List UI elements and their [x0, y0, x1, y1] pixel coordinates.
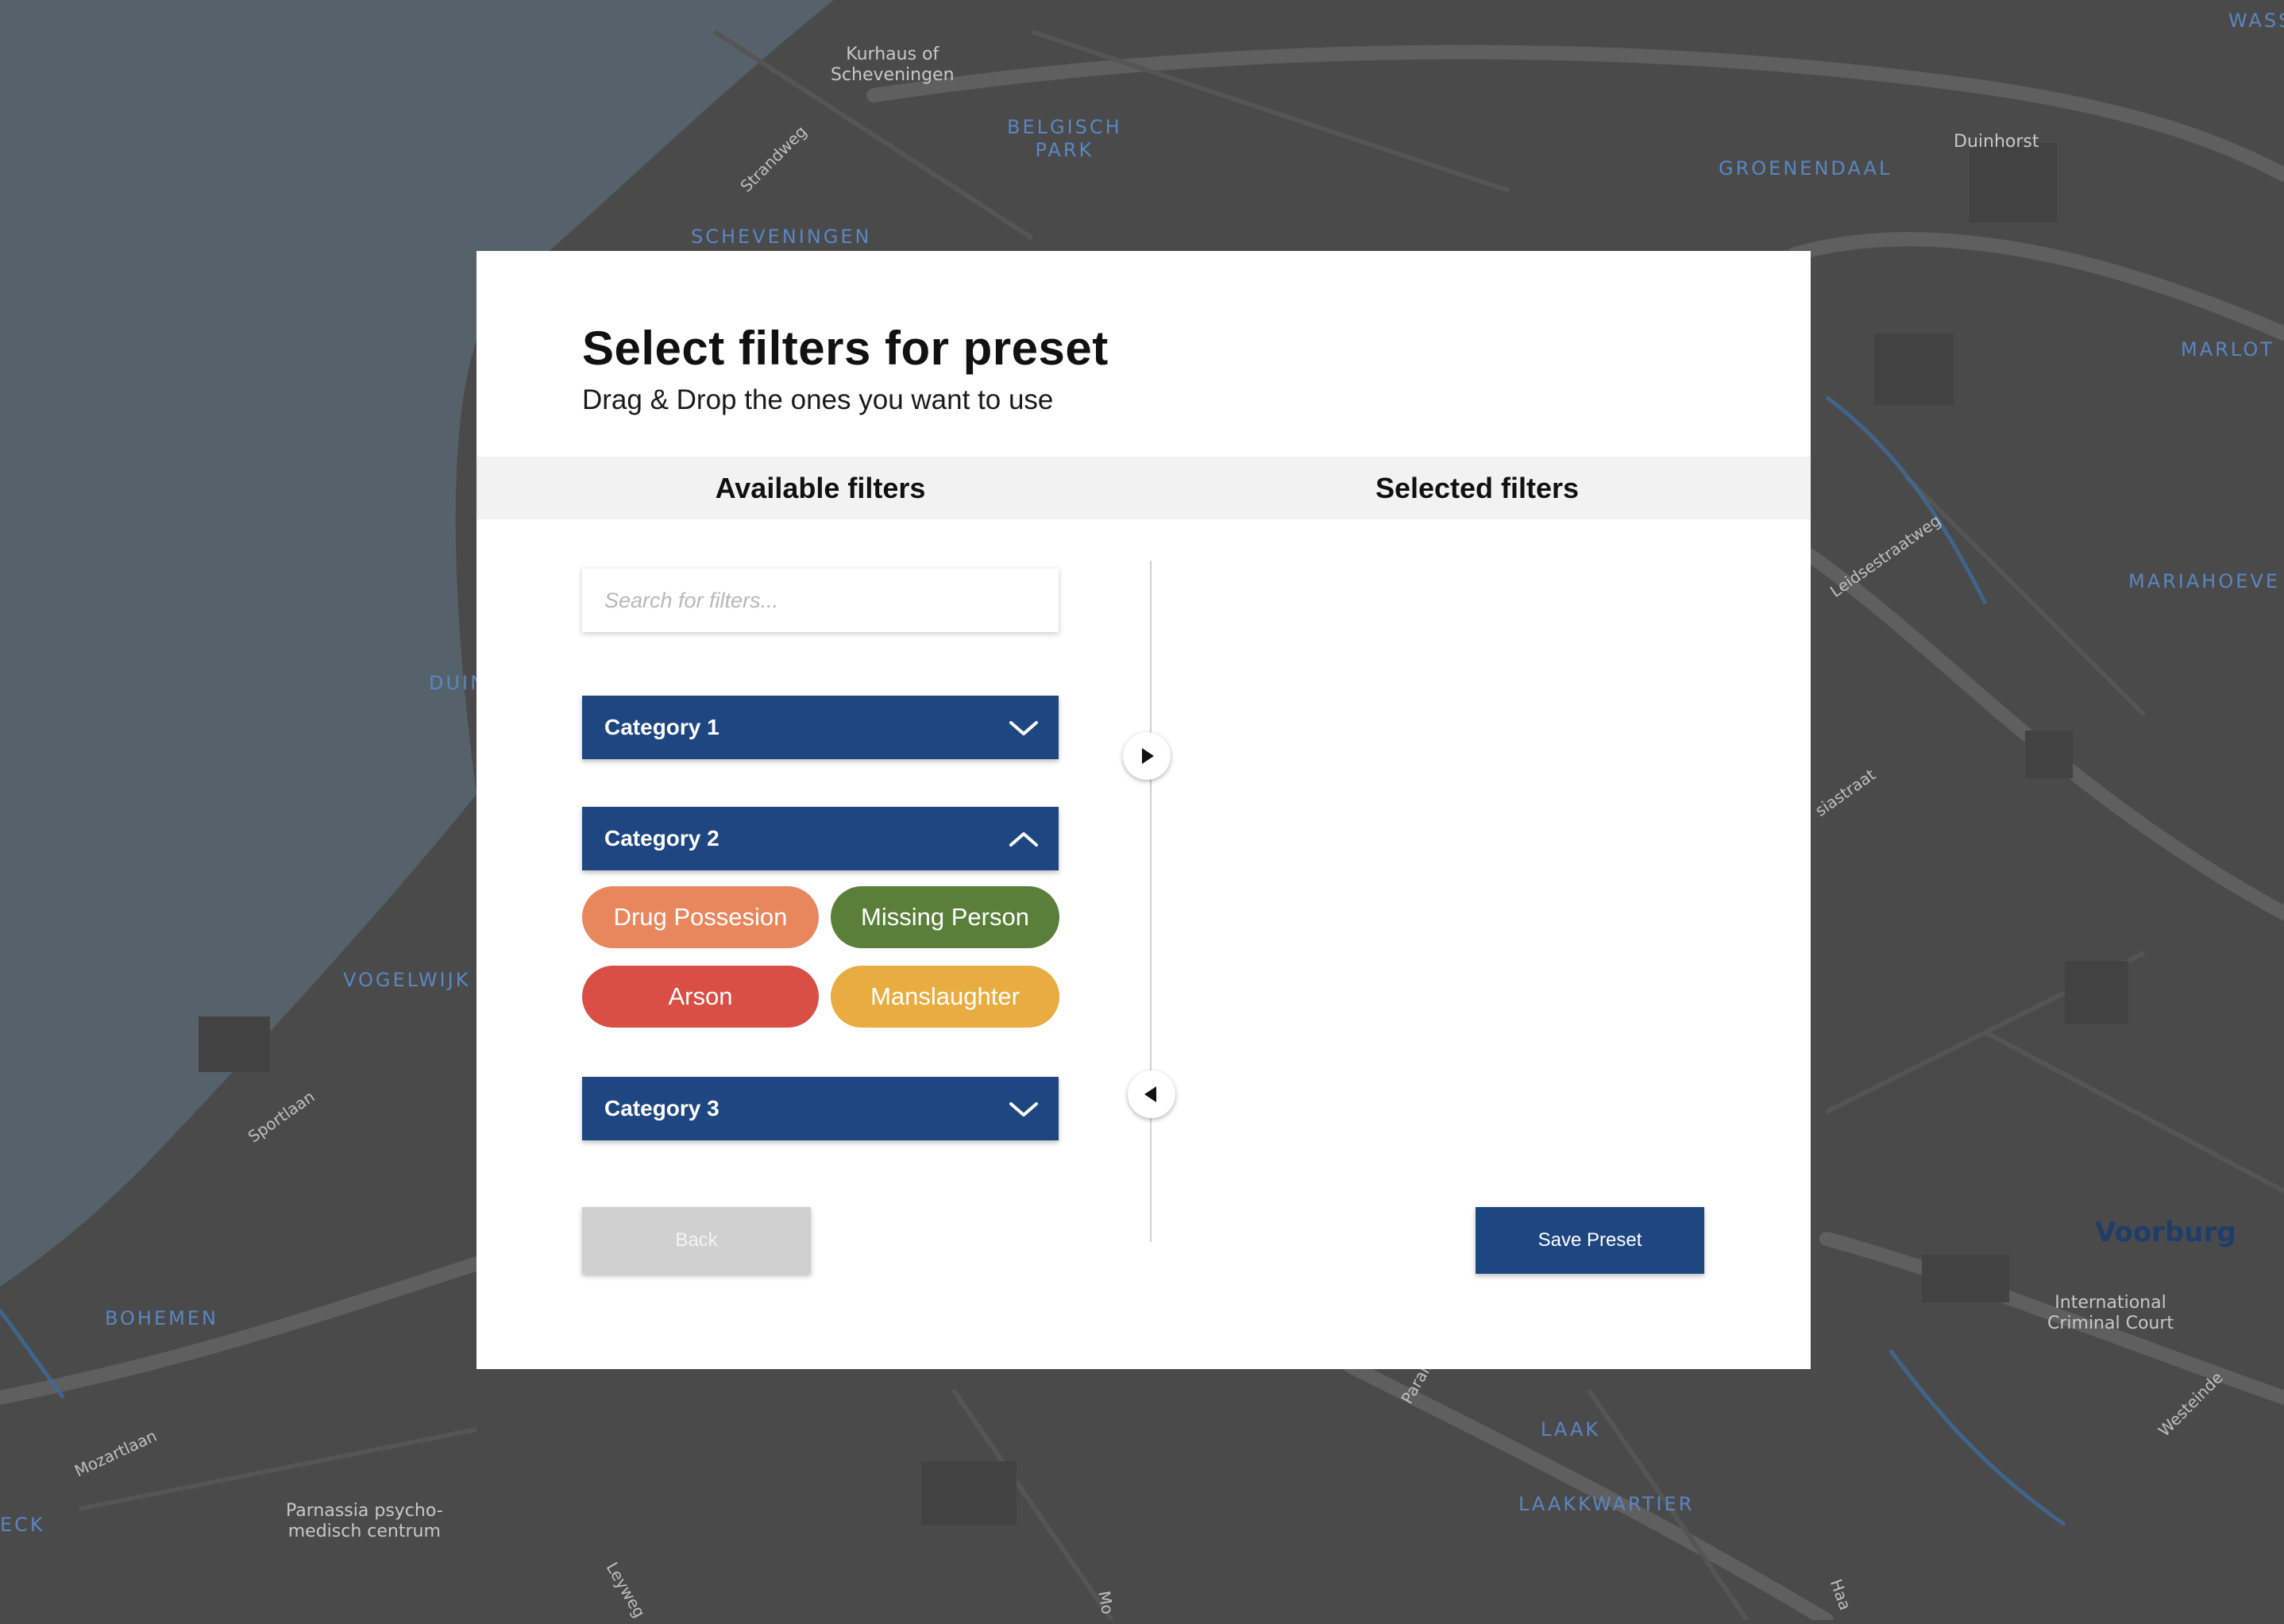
selected-filters-dropzone[interactable] [1167, 561, 1771, 1180]
preset-filter-dialog: Select filters for preset Drag & Drop th… [476, 251, 1811, 1369]
category-2-label: Category 2 [604, 826, 720, 851]
chevron-down-icon [1009, 721, 1038, 735]
category-1-header[interactable]: Category 1 [582, 696, 1059, 759]
map-label-eck: ECK [0, 1514, 45, 1536]
filter-tag-missing-person[interactable]: Missing Person [831, 886, 1059, 948]
category-3-header[interactable]: Category 3 [582, 1077, 1059, 1140]
map-label-laak: LAAK [1541, 1418, 1601, 1441]
category-2-header[interactable]: Category 2 [582, 807, 1059, 870]
play-left-icon [1144, 1086, 1156, 1102]
filter-search-input[interactable] [582, 569, 1059, 632]
dialog-title: Select filters for preset [582, 322, 1109, 375]
map-label-parnassia: Parnassia psycho- medisch centrum [286, 1501, 443, 1542]
map-label-icc: International Criminal Court [2047, 1293, 2174, 1334]
map-label-duinhorst: Duinhorst [1954, 132, 2039, 152]
chevron-down-icon [1009, 1102, 1038, 1117]
map-label-voorburg: Voorburg [2095, 1217, 2236, 1248]
category-3-label: Category 3 [604, 1096, 720, 1121]
play-right-icon [1142, 748, 1154, 764]
map-label-wass: WASS [2228, 10, 2284, 32]
map-label-kurhaus: Kurhaus of Scheveningen [831, 44, 955, 86]
save-preset-button[interactable]: Save Preset [1476, 1207, 1704, 1274]
map-label-scheveningen: SCHEVENINGEN [691, 226, 872, 248]
map-label-marlot: MARLOT [2181, 338, 2274, 361]
map-label-groenendaal: GROENENDAAL [1719, 157, 1892, 179]
add-filter-button[interactable] [1123, 732, 1171, 780]
back-button[interactable]: Back [582, 1207, 811, 1274]
map-label-belgisch-park: BELGISCH PARK [1007, 116, 1122, 161]
map-label-laakkwartier: LAAKKWARTIER [1518, 1493, 1695, 1515]
filter-tag-drug-possesion[interactable]: Drug Possesion [582, 886, 819, 948]
map-label-bohemen: BOHEMEN [105, 1307, 218, 1329]
dialog-subtitle: Drag & Drop the ones you want to use [582, 384, 1054, 415]
filter-tag-manslaughter[interactable]: Manslaughter [831, 966, 1059, 1028]
map-label-mariahoeve: MARIAHOEVE [2128, 570, 2280, 592]
map-label-vogelwijk: VOGELWIJK [343, 969, 471, 991]
column-divider [1150, 561, 1152, 1242]
category-1-label: Category 1 [604, 715, 720, 739]
chevron-up-icon [1009, 832, 1038, 847]
selected-filters-title: Selected filters [1375, 472, 1580, 504]
filter-tag-arson[interactable]: Arson [582, 966, 819, 1028]
available-filters-title: Available filters [715, 472, 926, 504]
map-label-mo: Mo [1094, 1589, 1118, 1616]
columns-header: Available filters Selected filters [476, 457, 1811, 519]
